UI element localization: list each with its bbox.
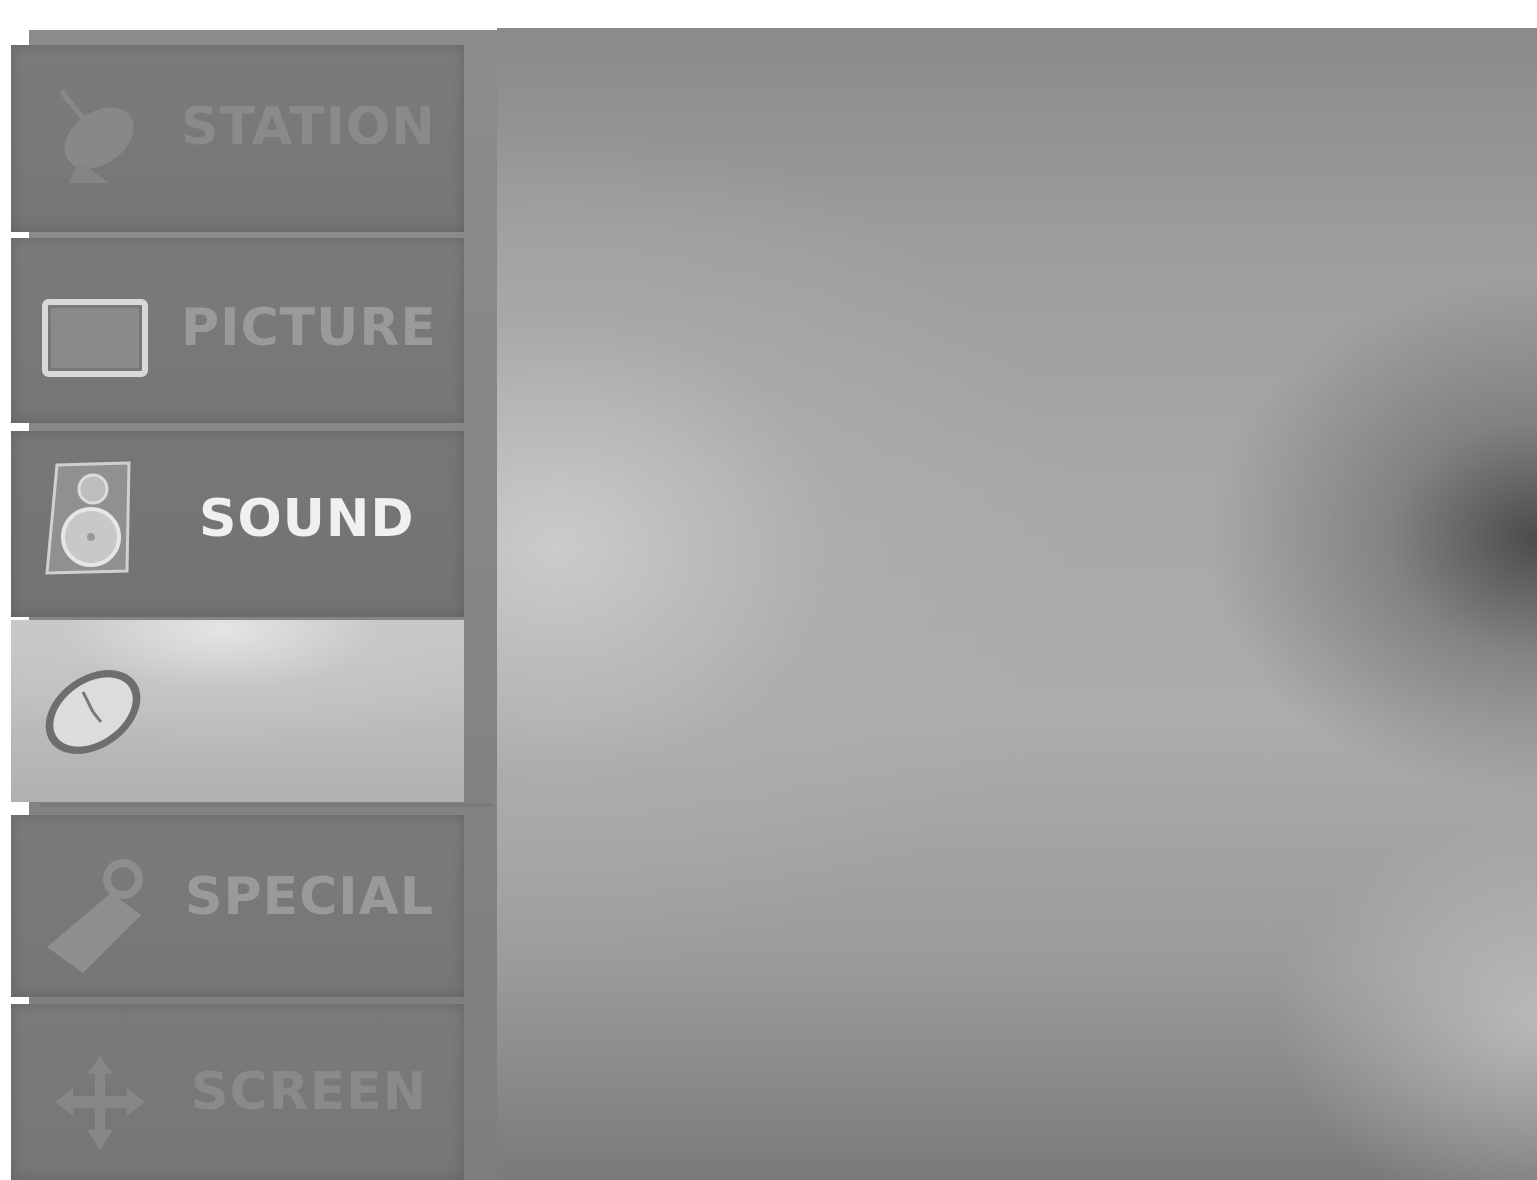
clock-icon [39,662,149,772]
divider [40,803,493,807]
menu-item-station[interactable]: STATION [11,45,464,232]
menu-item-label: SCREEN [191,1062,428,1122]
content-area [497,28,1537,1180]
menu-item-time[interactable] [11,620,464,802]
tv-osd-screen: STATION PICTURE SOUND SPECIAL SCREEN [0,0,1537,1180]
menu-item-sound[interactable]: SOUND [11,431,464,617]
menu-item-picture[interactable]: PICTURE [11,238,464,423]
menu-item-label: SPECIAL [185,867,434,927]
menu-item-label: SOUND [199,489,415,549]
menu-item-label: STATION [181,97,436,157]
tag-icon [41,855,151,973]
menu-item-label: PICTURE [181,298,437,358]
move-arrows-icon [45,1054,155,1164]
picture-icon [41,280,151,390]
menu-item-special[interactable]: SPECIAL [11,815,464,997]
menu-item-screen[interactable]: SCREEN [11,1004,464,1180]
speaker-icon [43,459,153,575]
satellite-dish-icon [39,83,149,193]
